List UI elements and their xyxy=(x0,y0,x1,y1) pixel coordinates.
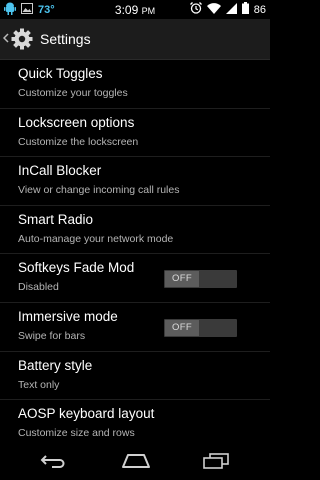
setting-smart-radio[interactable]: Smart Radio Auto-manage your network mod… xyxy=(0,206,270,255)
status-right: 86 xyxy=(189,2,266,17)
setting-summary: Swipe for bars xyxy=(18,329,86,342)
setting-softkeys-fade-mod[interactable]: Softkeys Fade Mod Disabled OFF xyxy=(0,254,270,303)
back-icon xyxy=(40,454,68,473)
setting-title: Softkeys Fade Mod xyxy=(18,260,135,276)
alarm-icon xyxy=(189,2,202,17)
home-icon xyxy=(119,453,153,474)
softkeys-fade-toggle[interactable]: OFF xyxy=(164,270,237,289)
home-button[interactable] xyxy=(106,446,166,480)
screen: 73° 3:09 PM 86 Settings Quick Toggles Cu… xyxy=(0,0,270,480)
immersive-mode-toggle[interactable]: OFF xyxy=(164,318,237,337)
setting-title: Smart Radio xyxy=(18,211,94,227)
setting-title: Quick Toggles xyxy=(18,66,103,81)
setting-summary: Customize size and rows xyxy=(18,427,135,440)
setting-aosp-keyboard-layout[interactable]: AOSP keyboard layout Customize size and … xyxy=(0,400,270,449)
setting-summary: Auto-manage your network mode xyxy=(18,232,174,245)
setting-incall-blocker[interactable]: InCall Blocker View or change incoming c… xyxy=(0,157,270,206)
toggle-knob: OFF xyxy=(165,271,199,288)
setting-title: AOSP keyboard layout xyxy=(18,406,155,422)
time-text: 3:09 xyxy=(114,3,139,17)
setting-title: Immersive mode xyxy=(18,308,118,324)
recents-icon xyxy=(203,452,229,474)
chevron-left-icon[interactable] xyxy=(2,32,9,46)
setting-battery-style[interactable]: Battery style Text only xyxy=(0,352,270,401)
toggle-knob: OFF xyxy=(165,319,199,336)
settings-list: Quick Toggles Customize your toggles Loc… xyxy=(0,60,270,446)
signal-icon xyxy=(225,2,237,17)
status-bar: 73° 3:09 PM 86 xyxy=(0,0,270,19)
setting-title: InCall Blocker xyxy=(18,163,102,179)
setting-summary: Customize the lockscreen xyxy=(18,135,139,148)
battery-percent: 86 xyxy=(253,3,266,16)
ampm-text: PM xyxy=(141,6,156,16)
setting-summary: Customize your toggles xyxy=(18,87,128,99)
recents-button[interactable] xyxy=(186,446,246,480)
action-bar: Settings xyxy=(0,19,270,60)
setting-quick-toggles[interactable]: Quick Toggles Customize your toggles xyxy=(0,60,270,109)
wifi-icon xyxy=(206,2,221,17)
setting-summary: Disabled xyxy=(18,281,59,294)
setting-summary: View or change incoming call rules xyxy=(18,184,180,197)
battery-icon xyxy=(241,2,249,17)
setting-title: Battery style xyxy=(18,357,93,373)
setting-summary: Text only xyxy=(18,378,60,391)
navigation-bar xyxy=(0,446,270,480)
setting-immersive-mode[interactable]: Immersive mode Swipe for bars OFF xyxy=(0,303,270,352)
setting-title: Lockscreen options xyxy=(18,114,135,130)
back-button[interactable] xyxy=(24,446,84,480)
setting-lockscreen-options[interactable]: Lockscreen options Customize the lockscr… xyxy=(0,109,270,158)
gear-icon[interactable] xyxy=(10,27,34,51)
page-title: Settings xyxy=(40,31,91,47)
